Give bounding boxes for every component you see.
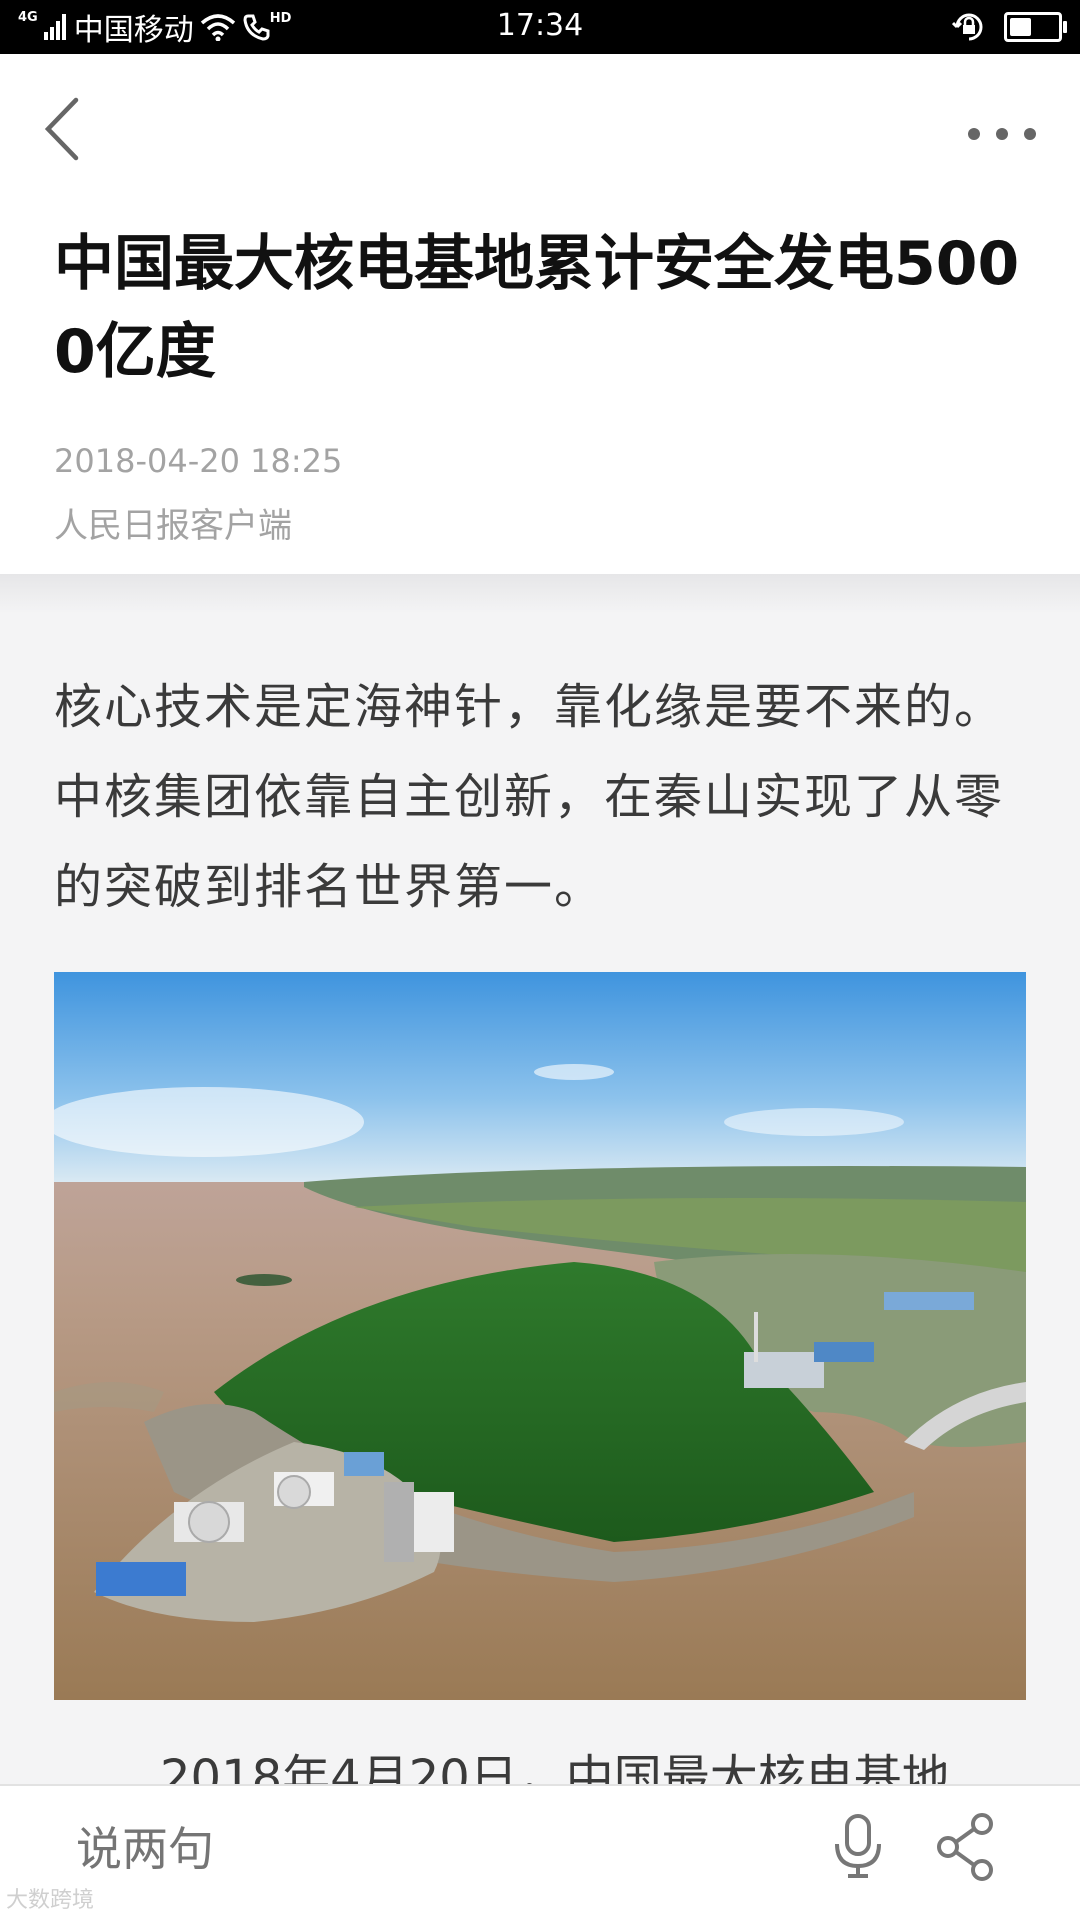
comment-input[interactable] — [76, 1822, 676, 1876]
battery-icon — [1004, 12, 1067, 42]
watermark: 大数跨境 — [6, 1888, 95, 1913]
publish-time: 2018-04-20 18:25 — [54, 442, 343, 480]
back-icon[interactable] — [38, 94, 88, 164]
share-icon[interactable] — [934, 1812, 998, 1882]
article-title: 中国最大核电基地累计安全发电5000亿度 — [54, 229, 1020, 387]
more-icon[interactable] — [962, 114, 1042, 154]
article-source: 人民日报客户端 — [54, 506, 292, 546]
next-paragraph: 2018年4月20日，中国最大核电基地 — [160, 1750, 950, 1784]
lock-rotation-icon — [952, 13, 983, 41]
comment-bar — [0, 1784, 1080, 1922]
status-bar: 4G 中国移动 HD 17:34 — [0, 0, 1080, 54]
nuclear-base-aerial-image — [54, 972, 1026, 1700]
article-lead: 核心技术是定海神针，靠化缘是要不来的。中核集团依靠自主创新，在秦山实现了从零的突… — [54, 679, 1005, 915]
section-divider — [0, 574, 1080, 614]
article-photo[interactable] — [54, 972, 1026, 1700]
mic-icon[interactable] — [830, 1812, 886, 1882]
battery-level — [1010, 18, 1031, 36]
article-header: 中国最大核电基地累计安全发电5000亿度 2018-04-20 18:25 人民… — [0, 54, 1080, 574]
status-right — [952, 0, 1067, 54]
clock: 17:34 — [496, 8, 584, 43]
